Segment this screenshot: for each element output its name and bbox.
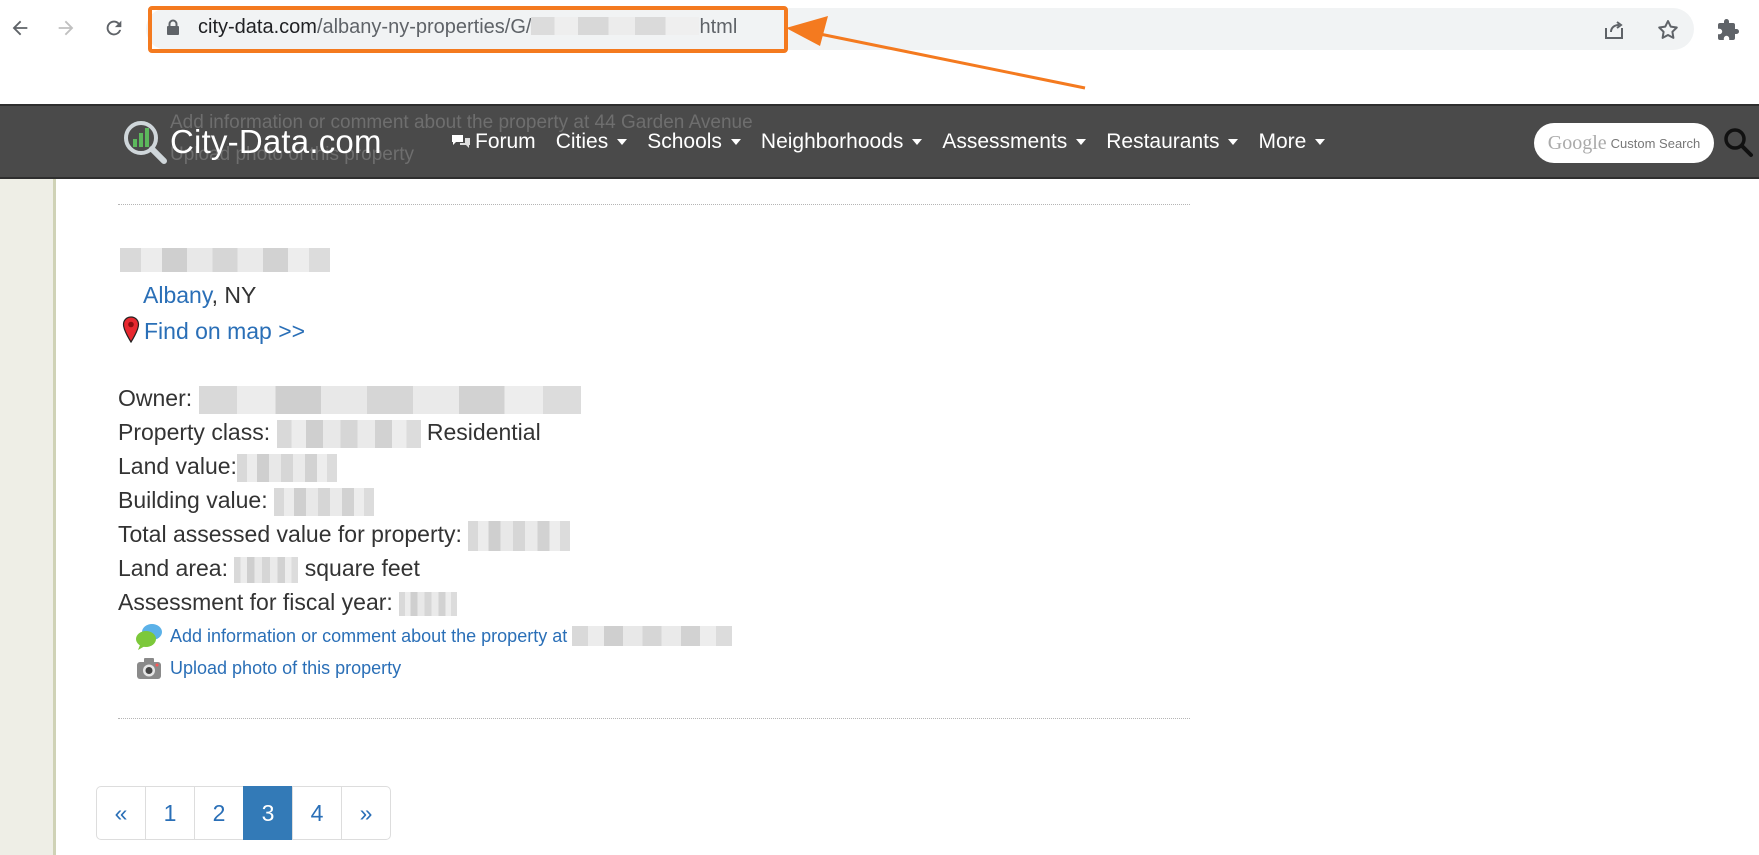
comment-bubbles-icon (136, 624, 162, 650)
land-value-label: Land value: (118, 453, 237, 479)
reload-icon (106, 20, 122, 36)
redacted-property-address (572, 626, 733, 646)
page-1-button[interactable]: 1 (145, 786, 195, 840)
caret-down-icon (1315, 138, 1326, 145)
redacted-land-value (236, 453, 337, 482)
site-header: Add information or comment about the pro… (0, 104, 1759, 179)
map-pin-icon (122, 316, 140, 344)
building-value-row: Building value: (118, 487, 374, 516)
camera-icon (137, 658, 161, 679)
menu-assessments[interactable]: Assessments (942, 129, 1087, 154)
redacted-land-area (234, 556, 299, 583)
upload-photo-row: Upload photo of this property (134, 653, 401, 683)
speech-bubbles-icon (452, 134, 470, 148)
menu-assessments-label: Assessments (942, 129, 1068, 153)
custom-search-label: Custom Search (1610, 135, 1701, 151)
menu-schools-label: Schools (647, 129, 722, 153)
redacted-owner (198, 385, 581, 414)
page-4-button[interactable]: 4 (292, 786, 342, 840)
add-info-link[interactable]: Add information or comment about the pro… (170, 626, 567, 647)
page-next-button[interactable]: » (341, 786, 391, 840)
site-logo[interactable]: City-Data.com (122, 118, 382, 166)
find-on-map-line: Find on map >> (122, 316, 305, 345)
land-area-unit: square feet (304, 555, 420, 581)
owner-label: Owner: (118, 385, 193, 411)
state-text: , NY (211, 282, 257, 308)
back-button[interactable] (4, 12, 36, 44)
total-assessed-row: Total assessed value for property: (118, 521, 571, 551)
url-suffix: html (699, 16, 738, 38)
land-value-row: Land value: (118, 453, 337, 482)
forward-arrow-icon (58, 20, 74, 36)
page-2-button[interactable]: 2 (194, 786, 244, 840)
url-path: /albany-ny-properties/G/ (316, 16, 532, 38)
page-3-button-current[interactable]: 3 (243, 786, 293, 840)
redacted-building-value (274, 487, 374, 516)
menu-neighborhoods-label: Neighborhoods (760, 129, 904, 153)
menu-cities[interactable]: Cities (556, 130, 628, 154)
caret-down-icon (730, 138, 741, 145)
url-text[interactable]: city-data.com/albany-ny-properties/G/htm… (198, 16, 737, 39)
extensions-puzzle-icon[interactable] (1714, 16, 1742, 44)
city-link[interactable]: Albany (143, 282, 212, 308)
url-domain: city-data.com (198, 16, 317, 38)
left-sidebar-rail (0, 179, 56, 855)
land-area-label: Land area: (118, 555, 228, 581)
menu-cities-label: Cities (555, 129, 609, 153)
main-menu: Forum Cities Schools Neighborhoods Asses… (450, 106, 1345, 177)
page-prev-button[interactable]: « (96, 786, 146, 840)
redacted-address (120, 248, 330, 272)
menu-schools[interactable]: Schools (647, 130, 741, 154)
back-arrow-icon (12, 20, 28, 36)
menu-forum[interactable]: Forum (450, 130, 536, 154)
add-info-row: Add information or comment about the pro… (134, 621, 733, 651)
redacted-url-segment (531, 17, 700, 35)
redacted-total-value (468, 521, 571, 551)
menu-more[interactable]: More (1258, 129, 1326, 154)
menu-forum-label: Forum (475, 129, 536, 153)
total-assessed-label: Total assessed value for property: (118, 521, 462, 548)
pagination: « 1 2 3 4 » (96, 786, 391, 840)
owner-row: Owner: (118, 385, 581, 414)
section-divider (118, 204, 1190, 205)
fiscal-year-label: Assessment for fiscal year: (118, 589, 393, 615)
forward-button[interactable] (50, 12, 82, 44)
search-icon[interactable] (1722, 126, 1754, 158)
lock-icon (167, 19, 179, 35)
redacted-class-code (276, 419, 421, 448)
building-value-label: Building value: (118, 487, 268, 513)
caret-down-icon (1076, 138, 1087, 145)
reload-button[interactable] (98, 12, 130, 44)
bookmark-star-icon[interactable] (1654, 16, 1682, 44)
land-area-row: Land area: square feet (118, 555, 420, 583)
property-class-value: Residential (426, 419, 541, 445)
find-on-map-link[interactable]: Find on map >> (144, 318, 305, 344)
property-class-label: Property class: (118, 419, 271, 445)
section-divider (118, 718, 1190, 719)
caret-down-icon (617, 138, 628, 145)
menu-restaurants[interactable]: Restaurants (1106, 129, 1239, 154)
caret-down-icon (1228, 138, 1239, 145)
caret-down-icon (912, 138, 923, 145)
city-state-line: Albany, NY (143, 282, 256, 309)
browser-chrome: city-data.com/albany-ny-properties/G/htm… (0, 0, 1759, 104)
magnifier-chart-logo-icon (124, 121, 167, 164)
redacted-fiscal-year (399, 591, 458, 616)
share-icon[interactable] (1600, 16, 1628, 44)
menu-more-label: More (1258, 129, 1307, 153)
menu-restaurants-label: Restaurants (1106, 129, 1220, 153)
menu-neighborhoods[interactable]: Neighborhoods (760, 129, 923, 154)
custom-search-input[interactable]: Google Custom Search (1534, 123, 1714, 163)
logo-text: City-Data.com (170, 123, 382, 160)
upload-photo-link[interactable]: Upload photo of this property (170, 658, 401, 679)
fiscal-year-row: Assessment for fiscal year: (118, 589, 458, 616)
property-class-row: Property class: Residential (118, 419, 541, 448)
google-wordmark: Google (1547, 131, 1607, 154)
